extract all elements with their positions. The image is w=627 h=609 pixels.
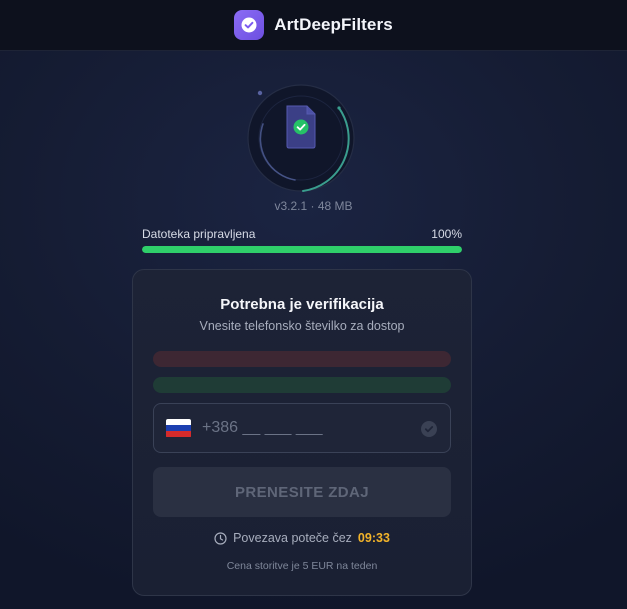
brand[interactable]: ArtDeepFilters <box>234 10 393 40</box>
progress-labels: Datoteka pripravljena 100% <box>142 227 462 241</box>
hero-graphic <box>243 80 359 196</box>
flag-icon[interactable] <box>166 418 191 438</box>
app-name: ArtDeepFilters <box>274 15 393 34</box>
phone-input[interactable] <box>202 413 402 443</box>
progress-bar <box>142 246 462 253</box>
progress-label: Datoteka pripravljena <box>142 227 256 241</box>
check-circle-icon <box>420 420 438 443</box>
progress-percent: 100% <box>431 227 462 241</box>
expiry-timer: Povezava poteče čez 09:33 <box>133 531 471 545</box>
version-info: v3.2.1 · 48 MB <box>274 199 353 213</box>
clock-icon <box>214 531 227 545</box>
card-title: Potrebna je verifikacija <box>220 296 384 313</box>
skeleton-bar-green <box>153 377 451 393</box>
progress-bar-fill <box>142 246 462 253</box>
timer-label: Povezava poteče čez <box>233 531 352 545</box>
timer-countdown: 09:33 <box>357 531 390 545</box>
check-badge-icon <box>234 10 265 40</box>
card-subtitle: Vnesite telefonsko številko za dostop <box>199 319 405 333</box>
skeleton-bar-red <box>153 351 451 367</box>
file-check-icon <box>286 105 316 149</box>
page: ArtDeepFilters v3.2.1 · 48 MB Datoteka p… <box>0 0 627 609</box>
submit-button[interactable]: PRENESITE ZDAJ <box>153 467 451 517</box>
verification-card: Potrebna je verifikacija Vnesite telefon… <box>132 269 472 596</box>
price-note: Cena storitve je 5 EUR na teden <box>226 560 378 572</box>
top-bar: ArtDeepFilters <box>0 0 627 51</box>
phone-field[interactable] <box>153 403 451 453</box>
